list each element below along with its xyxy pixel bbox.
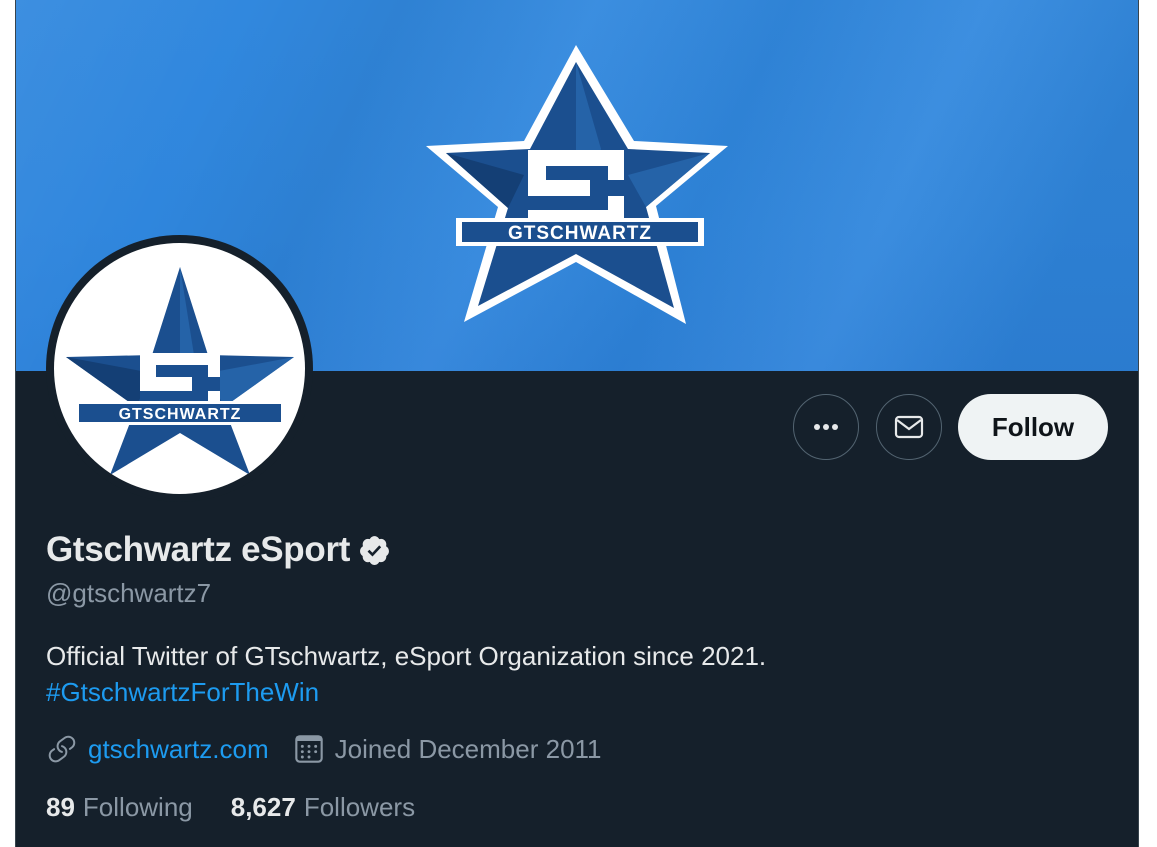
profile-handle: @gtschwartz7 xyxy=(46,578,212,608)
follow-button[interactable]: Follow xyxy=(958,394,1108,460)
avatar[interactable]: GTSCHWARTZ xyxy=(46,235,313,502)
envelope-icon xyxy=(894,415,924,439)
more-options-button[interactable] xyxy=(793,394,859,460)
more-horizontal-icon xyxy=(814,424,838,430)
display-name: Gtschwartz eSport xyxy=(46,530,351,569)
profile-page: GTSCHWARTZ GTSCHWARTZ Follow Gtschwartz … xyxy=(15,0,1139,847)
message-button[interactable] xyxy=(876,394,942,460)
bio-text: Official Twitter of GTschwartz, eSport O… xyxy=(46,641,767,671)
followers-link[interactable]: 8,627 Followers xyxy=(231,792,415,823)
followers-label: Followers xyxy=(303,792,416,822)
profile-name-row: Gtschwartz eSport xyxy=(46,530,391,570)
avatar-image: GTSCHWARTZ xyxy=(54,243,305,494)
joined-date: Joined December 2011 xyxy=(334,733,602,764)
bio-hashtag-link[interactable]: #GtschwartzForTheWin xyxy=(46,674,766,710)
banner-logo-text: GTSCHWARTZ xyxy=(508,223,652,244)
avatar-logo: GTSCHWARTZ xyxy=(66,267,294,475)
link-icon xyxy=(48,735,76,763)
following-link[interactable]: 89 Following xyxy=(46,792,193,823)
verified-badge-icon[interactable] xyxy=(358,534,391,567)
profile-bio: Official Twitter of GTschwartz, eSport O… xyxy=(46,638,766,710)
profile-meta: gtschwartz.com Joined December 2011 xyxy=(46,733,602,765)
avatar-logo-text: GTSCHWARTZ xyxy=(119,406,242,423)
following-count: 89 xyxy=(46,792,75,822)
website-link[interactable]: gtschwartz.com xyxy=(88,734,269,765)
follow-stats: 89 Following 8,627 Followers xyxy=(46,792,415,823)
calendar-icon xyxy=(294,735,323,763)
followers-count: 8,627 xyxy=(230,792,296,822)
following-label: Following xyxy=(82,792,193,822)
